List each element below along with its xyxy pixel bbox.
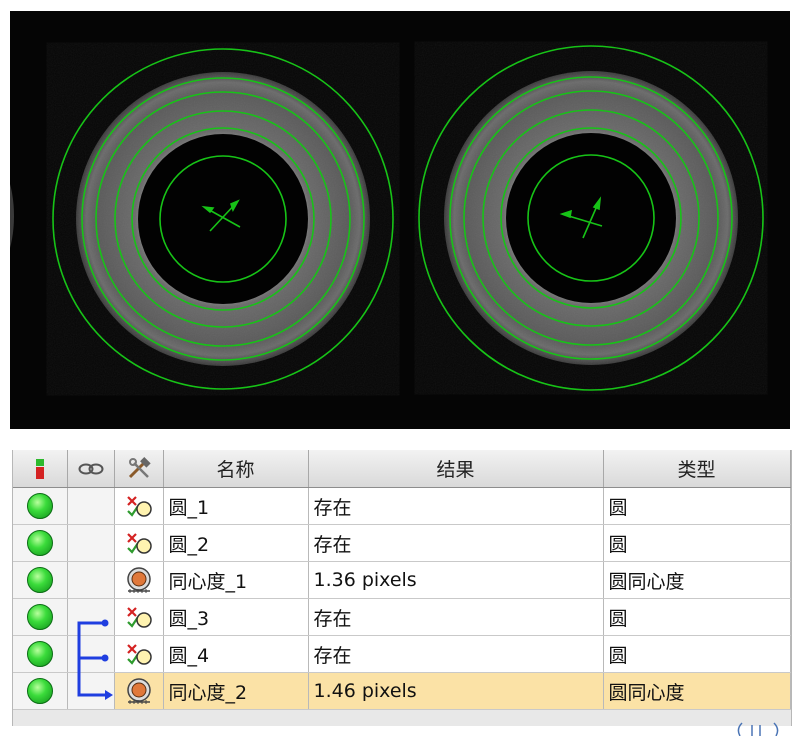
row-tool-cell [114, 561, 164, 599]
row-name[interactable]: 圆_4 [162, 635, 309, 673]
table-row[interactable]: 圆_1 存在圆 [13, 487, 791, 525]
row-link-cell [67, 672, 115, 710]
scroll-more-icon[interactable] [734, 722, 784, 737]
circle-tool-icon [125, 532, 153, 554]
tools-icon [128, 456, 151, 478]
row-status-cell [13, 672, 68, 710]
row-type: 圆同心度 [603, 672, 791, 710]
row-tool-cell [114, 672, 164, 710]
concentricity-tool-icon [125, 678, 153, 704]
row-result: 存在 [308, 635, 604, 673]
status-icon [35, 458, 44, 479]
table-row[interactable]: 同心度_2 1.46 pixels 圆同心度 [13, 672, 791, 710]
row-name[interactable]: 圆_1 [162, 487, 309, 525]
row-status-cell [13, 487, 68, 525]
status-column-header[interactable] [13, 450, 68, 488]
row-result: 1.36 pixels [308, 561, 604, 599]
row-name[interactable]: 同心度_1 [162, 561, 309, 599]
row-link-cell [67, 524, 115, 562]
results-table: 名称 结果 类型 圆_1 存在圆圆_2 存在圆同心度_1 1.36 pixels 圆同心… [13, 450, 791, 710]
status-ok-icon [26, 530, 53, 556]
status-ok-icon [26, 678, 53, 704]
row-status-cell [13, 598, 68, 636]
row-name[interactable]: 圆_3 [162, 598, 309, 636]
row-result: 存在 [308, 487, 604, 525]
row-tool-cell [114, 635, 164, 673]
part-1 [76, 72, 370, 366]
status-ok-icon [26, 604, 53, 630]
row-result: 存在 [308, 524, 604, 562]
row-type: 圆 [603, 487, 791, 525]
row-tool-cell [114, 487, 164, 525]
row-result: 存在 [308, 598, 604, 636]
row-status-cell [13, 561, 68, 599]
status-ok-icon [26, 641, 53, 667]
type-column-header[interactable]: 类型 [603, 450, 791, 488]
table-row[interactable]: 圆_2 存在圆 [13, 524, 791, 562]
concentricity-tool-icon [125, 567, 153, 593]
result-column-header[interactable]: 结果 [308, 450, 604, 488]
tool-column-header[interactable] [114, 450, 164, 488]
table-row[interactable]: 圆_4 存在圆 [13, 635, 791, 673]
row-name[interactable]: 圆_2 [162, 524, 309, 562]
circle-tool-icon [125, 606, 153, 628]
status-ok-icon [26, 493, 53, 519]
inspection-image-viewer[interactable] [10, 11, 790, 429]
row-type: 圆 [603, 598, 791, 636]
row-type: 圆 [603, 635, 791, 673]
table-row[interactable]: 圆_3 存在圆 [13, 598, 791, 636]
row-name[interactable]: 同心度_2 [162, 672, 309, 710]
row-tool-cell [114, 598, 164, 636]
link-column-header[interactable] [67, 450, 115, 488]
table-row[interactable]: 同心度_1 1.36 pixels 圆同心度 [13, 561, 791, 599]
partial-part-edge [10, 184, 14, 248]
row-type: 圆同心度 [603, 561, 791, 599]
row-link-cell [67, 487, 115, 525]
row-status-cell [13, 635, 68, 673]
circle-tool-icon [125, 495, 153, 517]
row-link-cell [67, 598, 115, 636]
status-ok-icon [26, 567, 53, 593]
link-icon [78, 463, 103, 475]
row-tool-cell [114, 524, 164, 562]
results-table-panel[interactable]: 名称 结果 类型 圆_1 存在圆圆_2 存在圆同心度_1 1.36 pixels 圆同心… [12, 450, 792, 726]
circle-tool-icon [125, 643, 153, 665]
row-link-cell [67, 561, 115, 599]
row-status-cell [13, 524, 68, 562]
row-link-cell [67, 635, 115, 673]
row-result: 1.46 pixels [308, 672, 604, 710]
name-column-header[interactable]: 名称 [163, 450, 309, 488]
table-header-row: 名称 结果 类型 [13, 450, 791, 488]
row-type: 圆 [603, 524, 791, 562]
